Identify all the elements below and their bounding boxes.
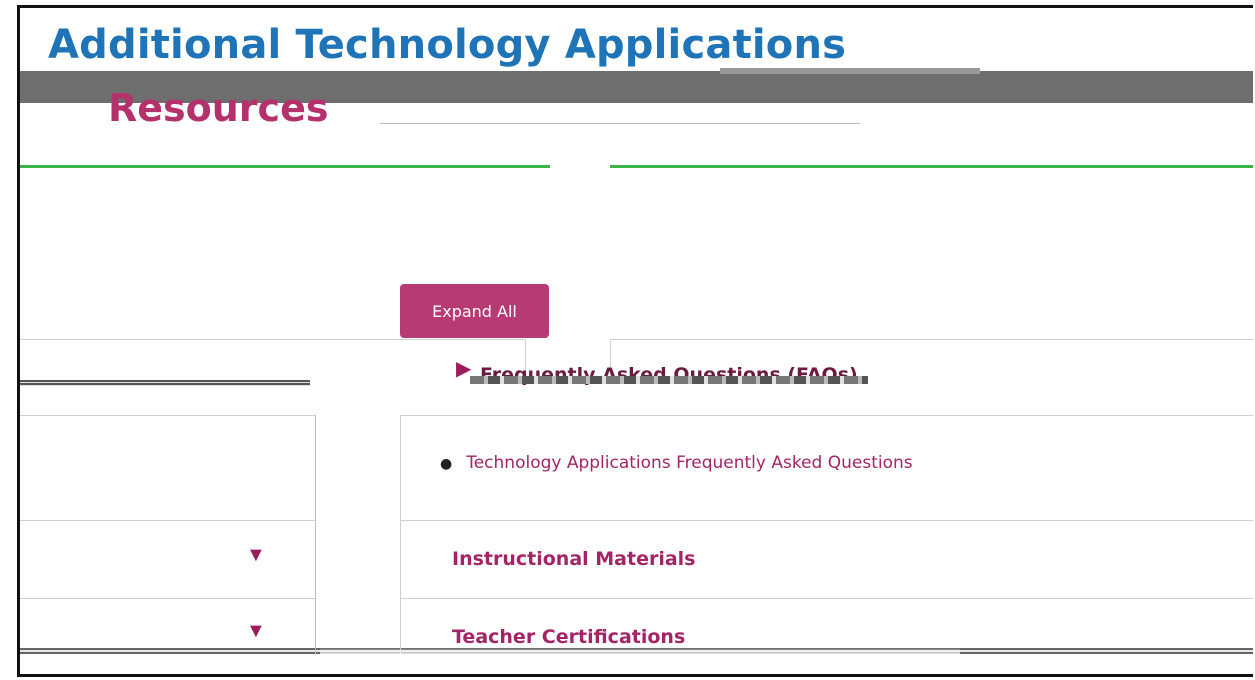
faq-link-label: Technology Applications Frequently Asked… (466, 453, 913, 473)
triangle-down-icon[interactable]: ▼ (246, 621, 266, 641)
column-divider (315, 415, 316, 655)
row-divider (20, 415, 315, 416)
accordion-instructional-materials[interactable]: Instructional Materials (452, 548, 696, 570)
render-artifact-bar (720, 68, 980, 74)
page-title: Additional Technology Applications (48, 22, 847, 68)
row-divider (20, 339, 525, 340)
header-divider-right (610, 165, 1253, 168)
column-divider (400, 415, 401, 655)
expand-all-button[interactable]: Expand All (400, 284, 549, 338)
row-divider (20, 380, 310, 386)
page-subtitle: Resources (108, 86, 329, 130)
triangle-down-icon[interactable]: ▼ (246, 545, 266, 565)
row-divider (20, 520, 315, 521)
row-divider (610, 339, 1253, 340)
bullet-icon: ● (440, 456, 453, 472)
row-divider (400, 598, 1253, 599)
faq-link-item[interactable]: ● Technology Applications Frequently Aske… (440, 453, 913, 473)
accordion-teacher-certifications[interactable]: Teacher Certifications (452, 626, 685, 648)
row-divider (20, 598, 315, 599)
header-divider-left (20, 165, 550, 168)
row-divider (400, 520, 1253, 521)
accordion-faq-header[interactable]: Frequently Asked Questions (FAQs) (470, 364, 868, 386)
page-frame: Additional Technology Applications Resou… (17, 5, 1253, 677)
render-artifact-fade (320, 648, 960, 664)
subtitle-underline (380, 123, 860, 124)
row-divider (400, 415, 1253, 416)
